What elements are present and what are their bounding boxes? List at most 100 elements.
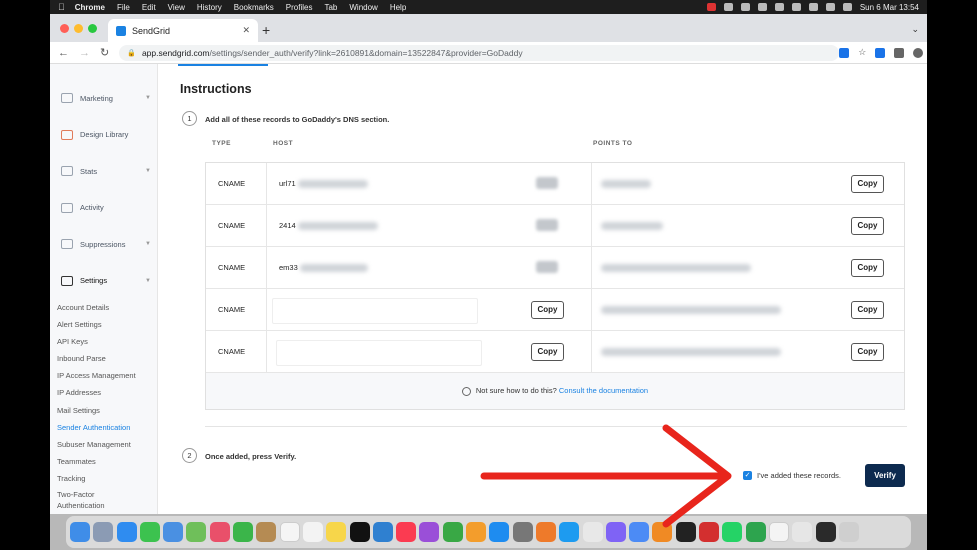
skype-icon[interactable] [559, 522, 580, 542]
sidebar-subitem-api-keys[interactable]: API Keys [50, 333, 157, 350]
sidebar-subitem-subuser-management[interactable]: Subuser Management [50, 436, 157, 453]
sidebar-subitem-ip-access-management[interactable]: IP Access Management [50, 367, 157, 384]
copy-button[interactable]: Copy [851, 217, 884, 235]
verify-button[interactable]: Verify [865, 464, 905, 487]
menu-file[interactable]: File [117, 3, 130, 12]
close-window-button[interactable] [60, 24, 69, 33]
app-store-icon[interactable] [489, 522, 510, 542]
status-icon[interactable] [740, 3, 750, 11]
copy-button[interactable]: Copy [851, 301, 884, 319]
notes-icon[interactable] [326, 522, 347, 542]
system-preferences-icon[interactable] [512, 522, 533, 542]
music-icon[interactable] [396, 522, 417, 542]
script-editor-icon[interactable] [582, 522, 603, 542]
records-added-checkbox[interactable]: ✓ [743, 471, 752, 480]
zoom-window-button[interactable] [88, 24, 97, 33]
facetime-icon[interactable] [233, 522, 254, 542]
sidebar-subitem-mail-settings[interactable]: Mail Settings [50, 402, 157, 419]
menu-help[interactable]: Help [390, 3, 406, 12]
sidebar-item-suppressions[interactable]: Suppressions ▼ [50, 226, 157, 263]
close-tab-icon[interactable]: ✕ [242, 25, 250, 36]
pages-icon[interactable] [466, 522, 487, 542]
translate-icon[interactable] [839, 47, 850, 58]
clock[interactable]: Sun 6 Mar 13:54 [860, 3, 919, 12]
keynote-icon[interactable] [372, 522, 393, 542]
sidebar-item-settings[interactable]: Settings ▼ [50, 263, 157, 300]
extension-icon[interactable] [875, 47, 886, 58]
preview-icon[interactable] [792, 522, 813, 542]
menu-app-name[interactable]: Chrome [75, 3, 105, 12]
tab-search-icon[interactable]: ⌄ [911, 24, 919, 35]
firefox-icon[interactable] [535, 522, 556, 542]
podcasts-icon[interactable] [419, 522, 440, 542]
minimize-window-button[interactable] [74, 24, 83, 33]
menu-tab[interactable]: Tab [324, 3, 337, 12]
copy-host-button[interactable]: Copy [531, 343, 564, 361]
menu-view[interactable]: View [168, 3, 185, 12]
back-button[interactable]: ← [58, 47, 69, 59]
vlc-icon[interactable] [652, 522, 673, 542]
star-icon[interactable]: ☆ [858, 47, 866, 58]
lock-icon[interactable]: 🔒 [127, 49, 136, 57]
puzzle-icon[interactable] [894, 47, 905, 58]
launchpad-icon[interactable] [93, 522, 114, 542]
sidebar-item-stats[interactable]: Stats ▼ [50, 153, 157, 190]
trash-icon[interactable] [838, 522, 859, 542]
documentation-link[interactable]: Consult the documentation [559, 386, 648, 395]
messages-icon[interactable] [139, 522, 160, 542]
sidebar-subitem-sender-authentication[interactable]: Sender Authentication [50, 419, 157, 436]
calendar-icon[interactable] [279, 522, 300, 542]
camtasia-icon[interactable] [745, 522, 766, 542]
anydesk-icon[interactable] [699, 522, 720, 542]
sidebar-subitem-inbound-parse[interactable]: Inbound Parse [50, 350, 157, 367]
sidebar-item-activity[interactable]: Activity [50, 190, 157, 227]
menu-history[interactable]: History [197, 3, 222, 12]
tv-icon[interactable] [349, 522, 370, 542]
whatsapp-icon[interactable] [722, 522, 743, 542]
profile-icon[interactable] [913, 47, 924, 58]
messenger-icon[interactable] [605, 522, 626, 542]
menu-bookmarks[interactable]: Bookmarks [234, 3, 274, 12]
sidebar-subitem-alert-settings[interactable]: Alert Settings [50, 316, 157, 333]
new-tab-button[interactable]: + [262, 22, 270, 38]
menu-profiles[interactable]: Profiles [286, 3, 313, 12]
url-field[interactable]: 🔒 app.sendgrid.com/settings/sender_auth/… [119, 44, 840, 61]
sidebar-subitem-ip-addresses[interactable]: IP Addresses [50, 384, 157, 401]
wifi-icon[interactable] [808, 3, 818, 11]
sidebar-subitem-two-factor[interactable]: Two-Factor Authentication [50, 487, 157, 511]
reload-button[interactable]: ↻ [100, 46, 109, 59]
reminders-icon[interactable] [302, 522, 323, 542]
control-center-icon[interactable] [842, 3, 852, 11]
maps-icon[interactable] [186, 522, 207, 542]
status-icon[interactable] [757, 3, 767, 11]
menu-window[interactable]: Window [349, 3, 377, 12]
status-icon[interactable] [774, 3, 784, 11]
finder-icon[interactable] [70, 522, 90, 542]
battery-icon[interactable] [791, 3, 801, 11]
search-icon[interactable] [825, 3, 835, 11]
copy-button[interactable]: Copy [851, 175, 884, 193]
checkbox-label[interactable]: I've added these records. [757, 471, 841, 480]
sidebar-subitem-account-details[interactable]: Account Details [50, 299, 157, 316]
document-icon[interactable] [768, 522, 789, 542]
sidebar-subitem-tracking[interactable]: Tracking [50, 470, 157, 487]
forward-button[interactable]: → [79, 47, 90, 59]
safari-icon[interactable] [116, 522, 137, 542]
screen-icon[interactable] [815, 522, 836, 542]
menu-edit[interactable]: Edit [142, 3, 156, 12]
mail-icon[interactable] [163, 522, 184, 542]
record-icon[interactable] [706, 3, 716, 11]
apple-icon[interactable]:  [58, 2, 65, 12]
copy-host-button[interactable]: Copy [531, 301, 564, 319]
contacts-icon[interactable] [256, 522, 277, 542]
sidebar-item-design-library[interactable]: Design Library [50, 117, 157, 154]
chrome-icon[interactable] [629, 522, 650, 542]
copy-button[interactable]: Copy [851, 343, 884, 361]
sidebar-subitem-teammates[interactable]: Teammates [50, 453, 157, 470]
browser-tab[interactable]: SendGrid ✕ [108, 19, 258, 42]
copy-button[interactable]: Copy [851, 259, 884, 277]
status-icon[interactable] [723, 3, 733, 11]
sidebar-item-marketing[interactable]: Marketing ▼ [50, 80, 157, 117]
terminal-icon[interactable] [675, 522, 696, 542]
numbers-icon[interactable] [442, 522, 463, 542]
